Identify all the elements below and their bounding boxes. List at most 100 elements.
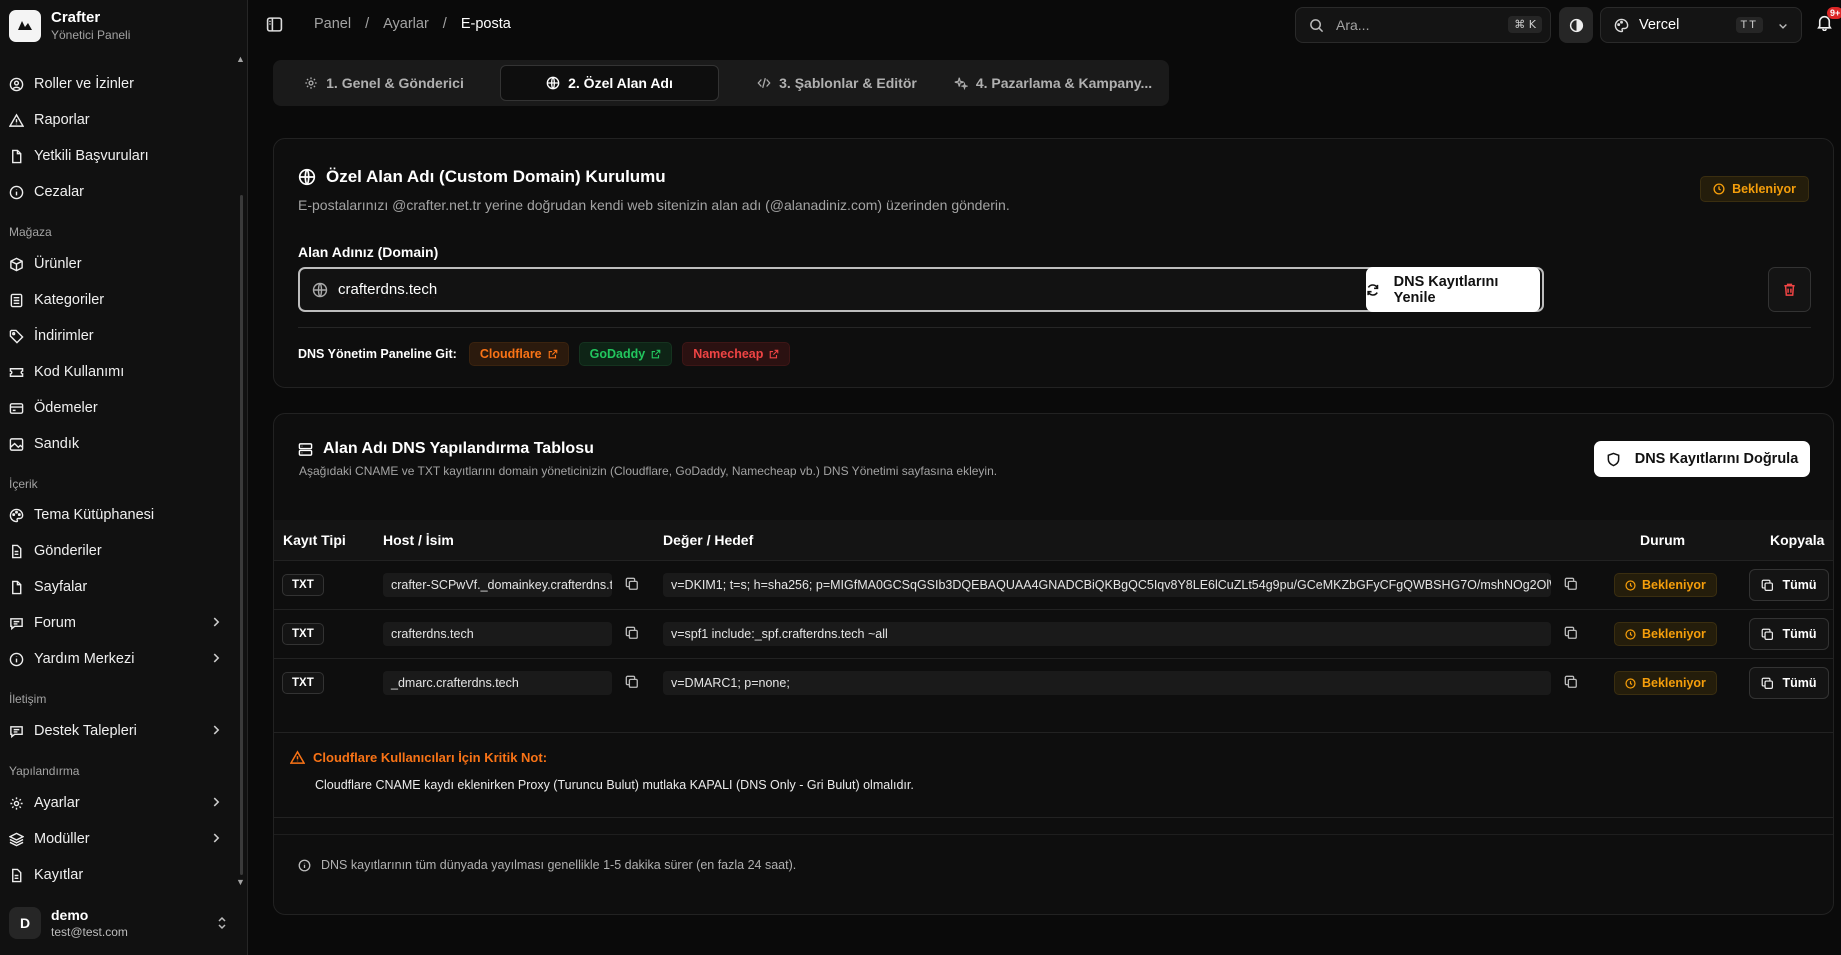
copy-icon[interactable]	[625, 626, 639, 640]
sidebar-item-pages[interactable]: Sayfalar	[9, 572, 231, 602]
sidebar-item-label: Kategoriler	[34, 292, 105, 308]
sidebar-item-support-tickets[interactable]: Destek Talepleri	[9, 716, 231, 746]
tag-icon	[9, 329, 24, 344]
sidebar-item-penalties[interactable]: Cezalar	[9, 177, 231, 207]
palette-icon	[1614, 18, 1629, 32]
avatar: D	[9, 907, 41, 939]
sidebar-item-applications[interactable]: Yetkili Başvuruları	[9, 141, 231, 171]
sidebar-item-chest[interactable]: Sandık	[9, 429, 231, 459]
status-badge: Bekleniyor	[1614, 622, 1717, 646]
tab-label: 2. Özel Alan Adı	[568, 75, 673, 91]
namecheap-link-label: Namecheap	[693, 347, 764, 361]
brand-subtitle: Yönetici Paneli	[51, 28, 131, 42]
sidebar-item-roles[interactable]: Roller ve İzinler	[9, 69, 231, 99]
col-status: Durum	[1640, 532, 1686, 548]
sidebar-item-forum[interactable]: Forum	[9, 608, 231, 638]
sidebar-item-label: Roller ve İzinler	[34, 76, 134, 92]
copy-all-button[interactable]: Tümü	[1749, 667, 1829, 699]
team-name: Vercel	[1639, 17, 1680, 33]
copy-icon	[1762, 579, 1774, 591]
copy-all-label: Tümü	[1782, 627, 1817, 641]
copy-all-button[interactable]: Tümü	[1749, 569, 1829, 601]
table-row: TXT crafterdns.tech v=spf1 include:_spf.…	[274, 609, 1833, 658]
dns-card-title-text: Alan Adı DNS Yapılandırma Tablosu	[323, 440, 594, 457]
sidebar-item-help-center[interactable]: Yardım Merkezi	[9, 644, 231, 674]
host-value: crafter-SCPwVf._domainkey.crafterdns.tec…	[383, 573, 612, 597]
cloudflare-link[interactable]: Cloudflare	[468, 342, 569, 366]
scroll-up-arrow-icon[interactable]: ▲	[236, 54, 245, 64]
sidebar-item-label: Gönderiler	[34, 543, 102, 559]
sidebar-item-label: Kod Kullanımı	[34, 364, 125, 380]
sidebar-item-settings[interactable]: Ayarlar	[9, 788, 231, 818]
copy-icon[interactable]	[1564, 626, 1578, 640]
breadcrumb-panel[interactable]: Panel	[314, 16, 351, 32]
sidebar-item-payments[interactable]: Ödemeler	[9, 393, 231, 423]
sidebar-item-label: Yetkili Başvuruları	[34, 148, 149, 164]
dns-card-title: Alan Adı DNS Yapılandırma Tablosu	[298, 440, 594, 458]
theme-toggle-button[interactable]	[1559, 7, 1593, 43]
col-value: Değer / Hedef	[663, 532, 754, 548]
brand-title: Crafter	[51, 9, 101, 26]
breadcrumb-settings[interactable]: Ayarlar	[383, 16, 429, 32]
file-icon	[12, 149, 22, 163]
refresh-dns-button[interactable]: DNS Kayıtlarını Yenile	[1366, 267, 1540, 312]
tab-templates[interactable]: 3. Şablonlar & Editör	[731, 65, 943, 101]
sidebar-item-code-usage[interactable]: Kod Kullanımı	[9, 357, 231, 387]
sidebar-item-reports[interactable]: Raporlar	[9, 105, 231, 135]
team-badge: TT	[1735, 17, 1763, 33]
breadcrumb: Panel / Ayarlar / E-posta	[314, 16, 511, 32]
chevron-down-icon	[1779, 24, 1787, 29]
copy-icon[interactable]	[1564, 577, 1578, 591]
godaddy-link[interactable]: GoDaddy	[578, 342, 673, 366]
namecheap-link[interactable]: Namecheap	[682, 342, 791, 366]
sidebar-item-discounts[interactable]: İndirimler	[9, 321, 231, 351]
gear-icon	[10, 796, 23, 810]
notification-badge: 9+	[1827, 7, 1841, 19]
search-shortcut: ⌘ K	[1508, 16, 1542, 33]
sidebar-item-theme-library[interactable]: Tema Kütüphanesi	[9, 500, 231, 530]
godaddy-link-label: GoDaddy	[589, 347, 646, 361]
copy-icon	[1762, 628, 1774, 640]
package-icon	[10, 257, 23, 271]
crafter-logo-icon	[9, 9, 41, 42]
note-title: Cloudflare Kullanıcıları İçin Kritik Not…	[290, 750, 547, 765]
table-row: TXT _dmarc.crafterdns.tech v=DMARC1; p=n…	[274, 658, 1833, 707]
tab-label: 1. Genel & Gönderici	[326, 75, 464, 91]
sidebar-item-modules[interactable]: Modüller	[9, 824, 231, 854]
sidebar-item-label: Raporlar	[34, 112, 90, 128]
sidebar-item-products[interactable]: Ürünler	[9, 249, 231, 279]
sidebar-item-categories[interactable]: Kategoriler	[9, 285, 231, 315]
domain-field[interactable]	[298, 267, 1544, 312]
copy-all-button[interactable]: Tümü	[1749, 618, 1829, 650]
sidebar-item-label: Ödemeler	[34, 400, 98, 416]
cloudflare-link-label: Cloudflare	[479, 347, 542, 361]
tab-custom-domain[interactable]: 2. Özel Alan Adı	[500, 65, 719, 101]
team-switcher[interactable]: Vercel TT	[1600, 7, 1802, 43]
sidebar-item-logs[interactable]: Kayıtlar	[9, 860, 231, 890]
delete-domain-button[interactable]	[1768, 267, 1811, 312]
tab-marketing[interactable]: 4. Pazarlama & Kampany...	[945, 65, 1161, 101]
domain-card-title-text: Özel Alan Adı (Custom Domain) Kurulumu	[326, 167, 666, 186]
sidebar-toggle-icon[interactable]	[266, 16, 283, 33]
verify-dns-button[interactable]: DNS Kayıtlarını Doğrula	[1594, 441, 1810, 477]
domain-input[interactable]	[338, 281, 1488, 298]
copy-icon[interactable]	[625, 577, 639, 591]
log-icon	[12, 868, 22, 882]
gear-icon	[305, 77, 317, 89]
scroll-down-arrow-icon[interactable]: ▼	[236, 877, 245, 887]
brand[interactable]: Crafter Yönetici Paneli	[9, 9, 130, 42]
dns-panel-label: DNS Yönetim Paneline Git:	[298, 347, 457, 361]
sidebar-item-posts[interactable]: Gönderiler	[9, 536, 231, 566]
user-menu[interactable]: D demo test@test.com	[9, 905, 239, 941]
dns-card-description: Aşağıdaki CNAME ve TXT kayıtlarını domai…	[299, 464, 998, 478]
tab-general[interactable]: 1. Genel & Gönderici	[281, 65, 487, 101]
code-icon	[757, 78, 771, 88]
sidebar-scrollbar[interactable]	[240, 195, 243, 875]
copy-icon[interactable]	[1564, 675, 1578, 689]
col-copy: Kopyala	[1770, 532, 1825, 548]
copy-icon[interactable]	[625, 675, 639, 689]
chevrons-up-down-icon	[218, 916, 226, 930]
search-input[interactable]: Ara... ⌘ K	[1295, 7, 1551, 43]
nav-group-content: İçerik	[9, 477, 38, 491]
chevron-right-icon	[213, 797, 220, 807]
